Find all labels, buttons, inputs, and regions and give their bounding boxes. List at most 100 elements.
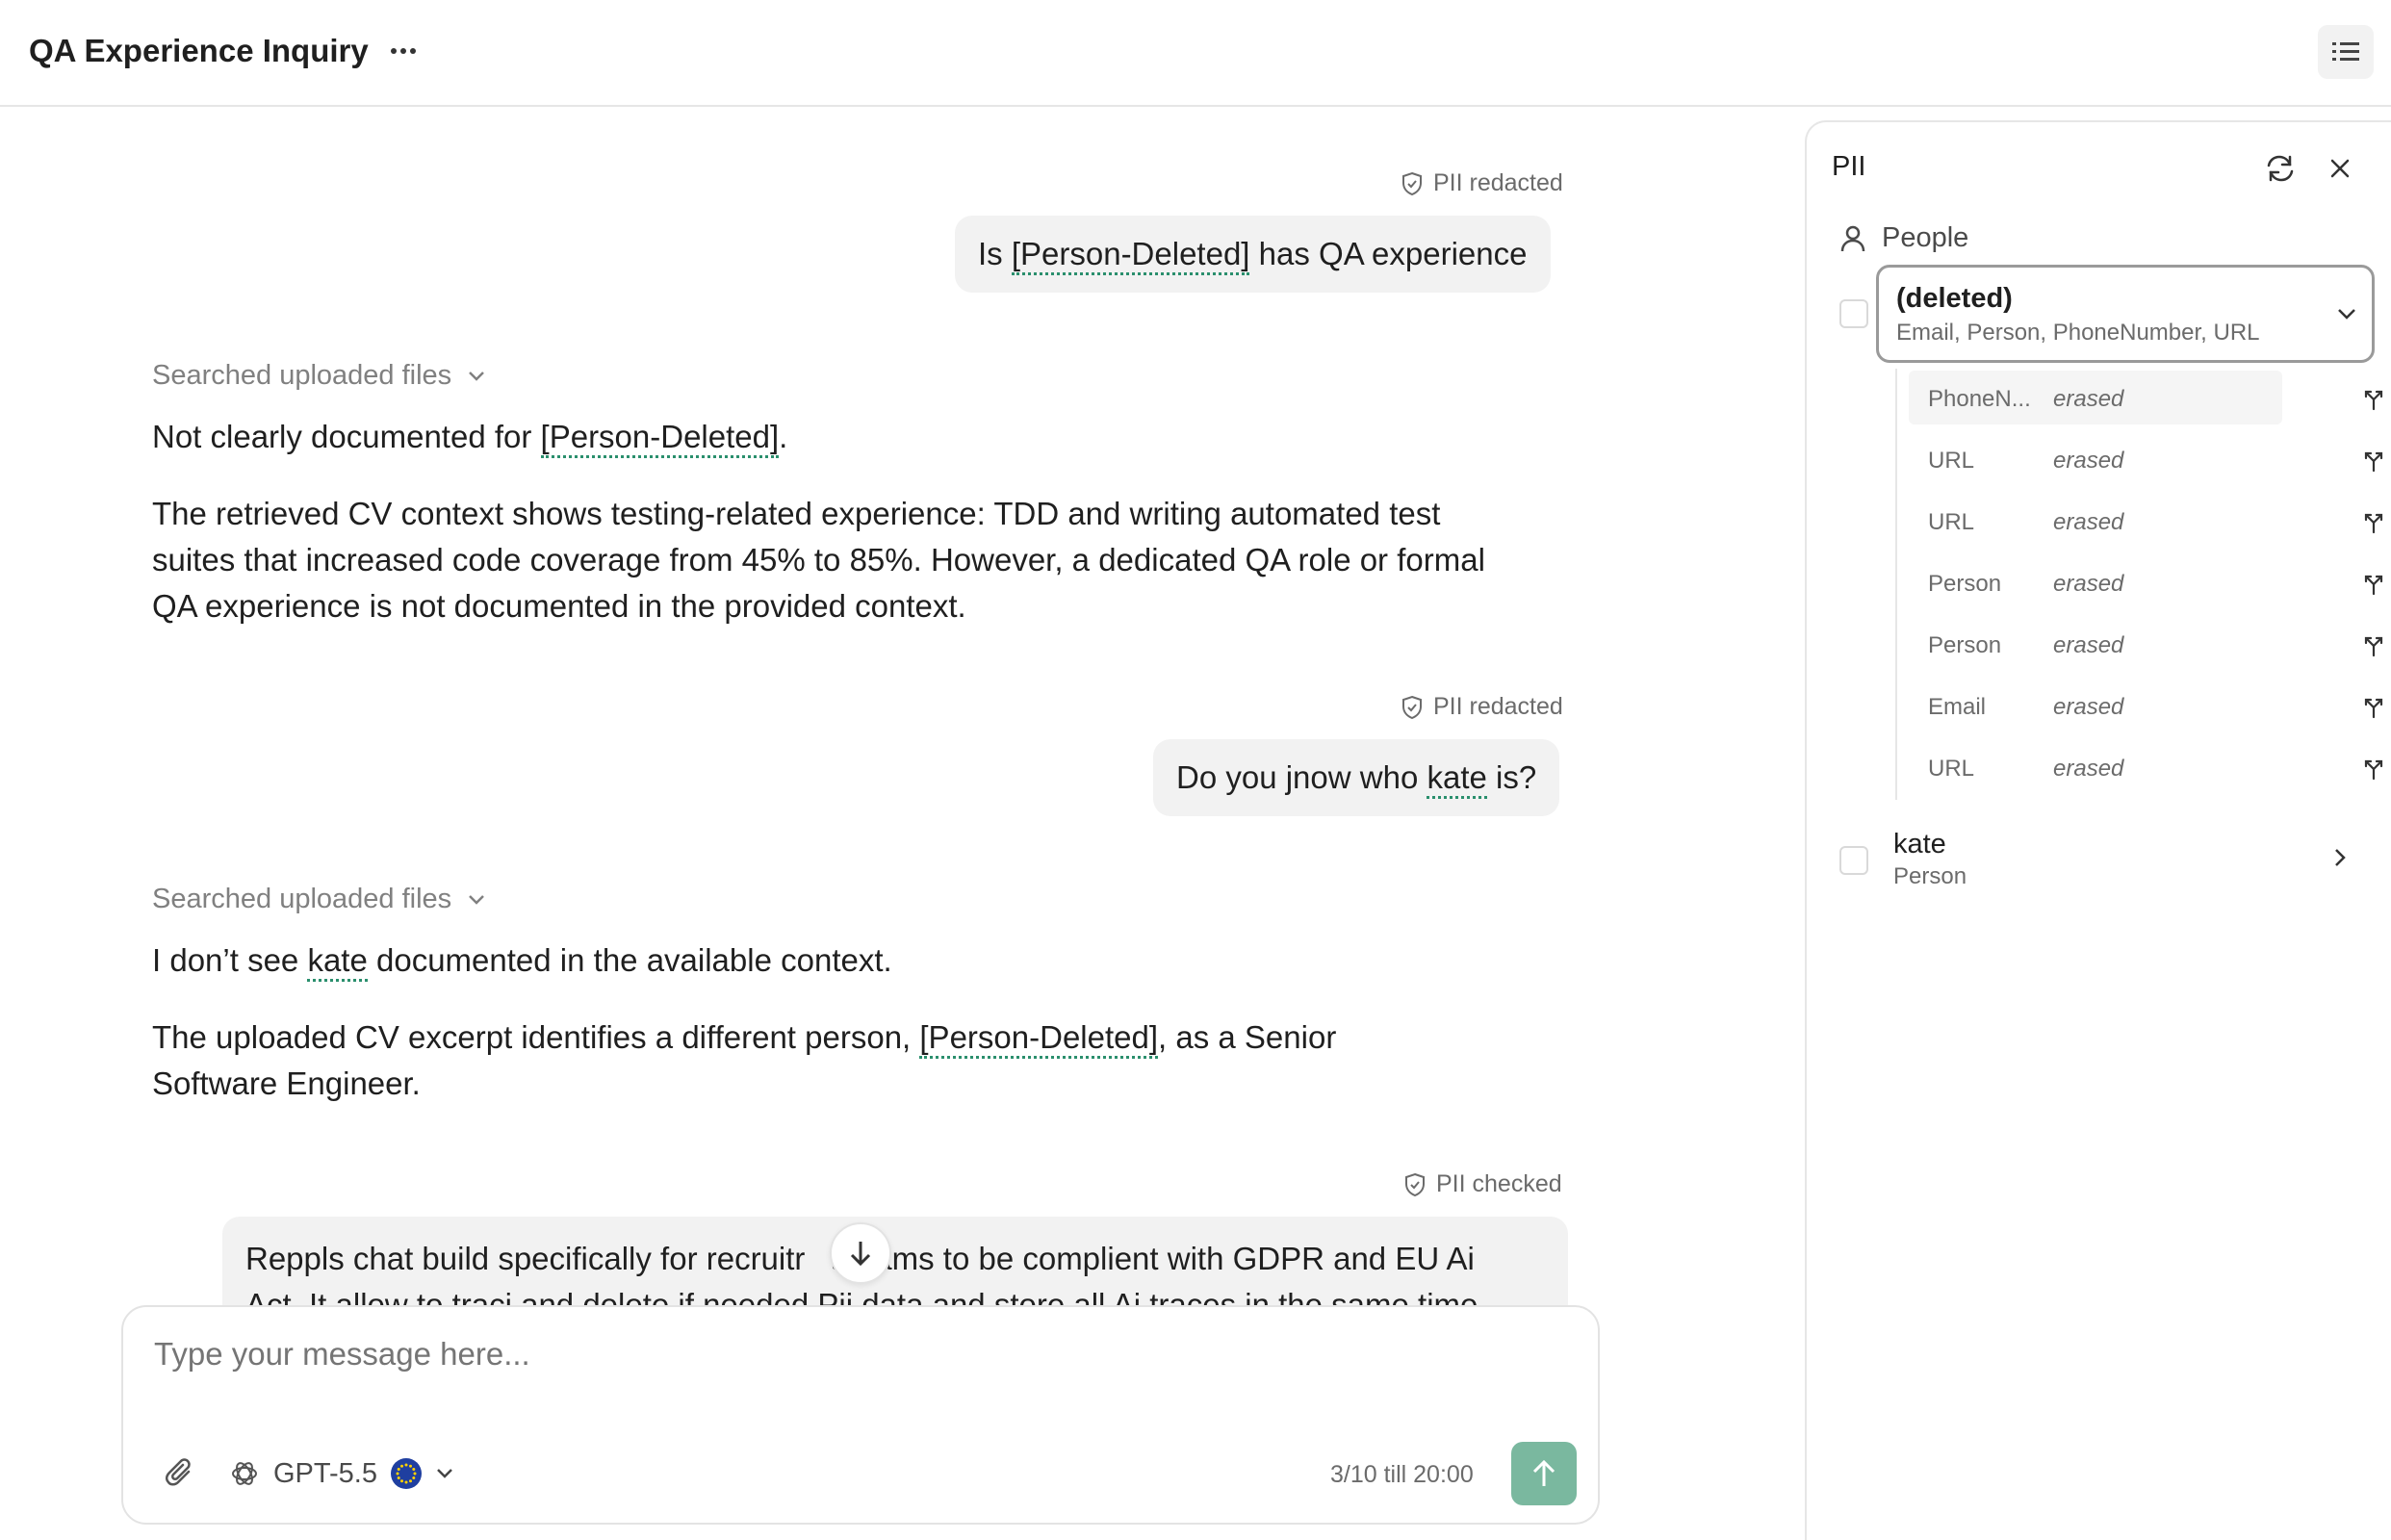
message-text: Is [978, 236, 1012, 271]
message-text: . [779, 419, 788, 454]
redacted-entity[interactable]: kate [307, 942, 368, 982]
pii-status-label: PII redacted [1433, 693, 1563, 720]
message-text: Not clearly documented for [152, 419, 541, 454]
pii-item-type: URL [1928, 448, 1975, 474]
message-text: I don’t see [152, 942, 308, 978]
model-selector[interactable]: GPT-5.5 [229, 1451, 454, 1496]
pii-item-type: URL [1928, 509, 1975, 535]
entity-name: (deleted) [1896, 283, 2013, 314]
pii-status-tag: PII redacted [1401, 693, 1563, 721]
entity-types: Person [1893, 863, 1967, 889]
close-panel-button[interactable] [2319, 147, 2361, 190]
message-text: has QA experience [1249, 236, 1528, 271]
searched-files-toggle[interactable]: Searched uploaded files [152, 360, 486, 392]
split-icon [2364, 390, 2383, 411]
entity-items-list: PhoneN... erased URL erased URL erased P… [1895, 369, 2383, 800]
message-text: The uploaded CV excerpt identifies a dif… [152, 1019, 920, 1055]
trace-item-button[interactable] [2357, 753, 2390, 785]
pii-item-row[interactable]: URL erased [1897, 430, 2383, 492]
pii-item-row[interactable]: URL erased [1897, 492, 2383, 553]
pii-item-row[interactable]: URL erased [1897, 738, 2383, 800]
entity-checkbox[interactable] [1839, 299, 1868, 328]
openai-logo-icon [232, 1462, 257, 1485]
header-bar: QA Experience Inquiry [0, 0, 2391, 107]
pii-item-row[interactable]: PhoneN... erased [1897, 369, 2383, 430]
pii-item-value: erased [2053, 694, 2124, 720]
trace-item-button[interactable] [2357, 568, 2390, 601]
chevron-down-icon [469, 894, 485, 905]
message-composer: GPT-5.5 3/10 till 20:00 [121, 1305, 1600, 1525]
pii-item-type: Person [1928, 571, 2002, 597]
arrow-down-icon [850, 1242, 871, 1267]
scroll-to-bottom-button[interactable] [830, 1222, 891, 1284]
split-icon [2364, 575, 2383, 596]
redacted-entity[interactable]: [Person-Deleted] [1011, 236, 1250, 275]
pii-item-value: erased [2053, 571, 2124, 597]
message-line: Reppls chat build specifically for recru… [245, 1236, 1545, 1282]
refresh-button[interactable] [2259, 147, 2301, 190]
pii-item-value: erased [2053, 509, 2124, 535]
pii-item-type: URL [1928, 756, 1975, 782]
trace-item-button[interactable] [2357, 629, 2390, 662]
chevron-down-icon [469, 371, 485, 381]
message-text: Do you jnow who [1176, 759, 1427, 795]
attach-file-button[interactable] [158, 1451, 202, 1496]
close-icon [2330, 159, 2350, 178]
expand-entity-button[interactable] [2325, 842, 2355, 873]
shield-check-icon [1405, 1172, 1425, 1196]
trace-item-button[interactable] [2357, 445, 2390, 477]
searched-files-label: Searched uploaded files [152, 360, 452, 391]
assistant-paragraph: Not clearly documented for [Person-Delet… [152, 414, 1548, 460]
redacted-entity[interactable]: kate [1427, 759, 1487, 799]
assistant-paragraph: I don’t see kate documented in the avail… [152, 937, 1548, 984]
redacted-entity[interactable]: [Person-Deleted] [540, 419, 780, 458]
trace-item-button[interactable] [2357, 383, 2390, 416]
entity-types: Email, Person, PhoneNumber, URL [1896, 320, 2260, 346]
chat-title[interactable]: QA Experience Inquiry [29, 33, 369, 69]
pii-status-label: PII checked [1436, 1170, 1562, 1197]
pii-item-value: erased [2053, 386, 2124, 412]
chevron-right-icon [2335, 849, 2346, 866]
more-options-button[interactable] [384, 32, 423, 70]
searched-files-toggle[interactable]: Searched uploaded files [152, 884, 486, 915]
pii-item-row[interactable]: Email erased [1897, 677, 2383, 738]
pii-status-tag: PII checked [1403, 1170, 1562, 1198]
shield-check-icon [1402, 171, 1422, 195]
people-group-header: People [1839, 222, 1968, 254]
split-icon [2364, 513, 2383, 534]
user-message-bubble: Reppls chat build specifically for recru… [222, 1217, 1568, 1306]
pii-item-value: erased [2053, 756, 2124, 782]
message-text: is? [1486, 759, 1537, 795]
usage-quota: 3/10 till 20:00 [1330, 1461, 1474, 1488]
pii-item-row[interactable]: Person erased [1897, 553, 2383, 615]
message-input[interactable] [154, 1336, 1559, 1373]
arrow-up-icon [1532, 1459, 1555, 1486]
collapse-entity-button[interactable] [2331, 298, 2362, 329]
assistant-paragraph: The retrieved CV context shows testing-r… [152, 496, 1485, 624]
split-icon [2364, 759, 2383, 781]
shield-check-icon [1402, 695, 1422, 719]
redacted-entity[interactable]: [Person-Deleted] [919, 1019, 1159, 1059]
user-message-bubble: Do you jnow who kate is? [1153, 739, 1560, 816]
paperclip-icon [166, 1458, 191, 1486]
pii-status-label: PII redacted [1433, 169, 1563, 196]
pii-item-row[interactable]: Person erased [1897, 615, 2383, 677]
chat-thread[interactable]: PII redacted Is [Person-Deleted] has QA … [0, 108, 1805, 1306]
send-button[interactable] [1511, 1442, 1577, 1505]
message-text: Reppls chat build specifically for recru… [245, 1241, 806, 1276]
model-name: GPT-5.5 [273, 1457, 377, 1489]
trace-item-button[interactable] [2357, 506, 2390, 539]
entity-name[interactable]: kate [1893, 829, 1946, 860]
pii-item-value: erased [2053, 632, 2124, 658]
toggle-panel-button[interactable] [2318, 25, 2374, 79]
searched-files-label: Searched uploaded files [152, 884, 452, 914]
pii-item-type: PhoneN... [1928, 386, 2031, 412]
group-label: People [1882, 222, 1969, 253]
pii-entity-card[interactable]: (deleted) Email, Person, PhoneNumber, UR… [1876, 265, 2375, 363]
chevron-down-icon [437, 1469, 452, 1478]
panel-title: PII [1832, 151, 1866, 182]
entity-checkbox[interactable] [1839, 846, 1868, 875]
pii-item-type: Email [1928, 694, 1987, 720]
person-icon [1840, 225, 1865, 251]
trace-item-button[interactable] [2357, 691, 2390, 724]
